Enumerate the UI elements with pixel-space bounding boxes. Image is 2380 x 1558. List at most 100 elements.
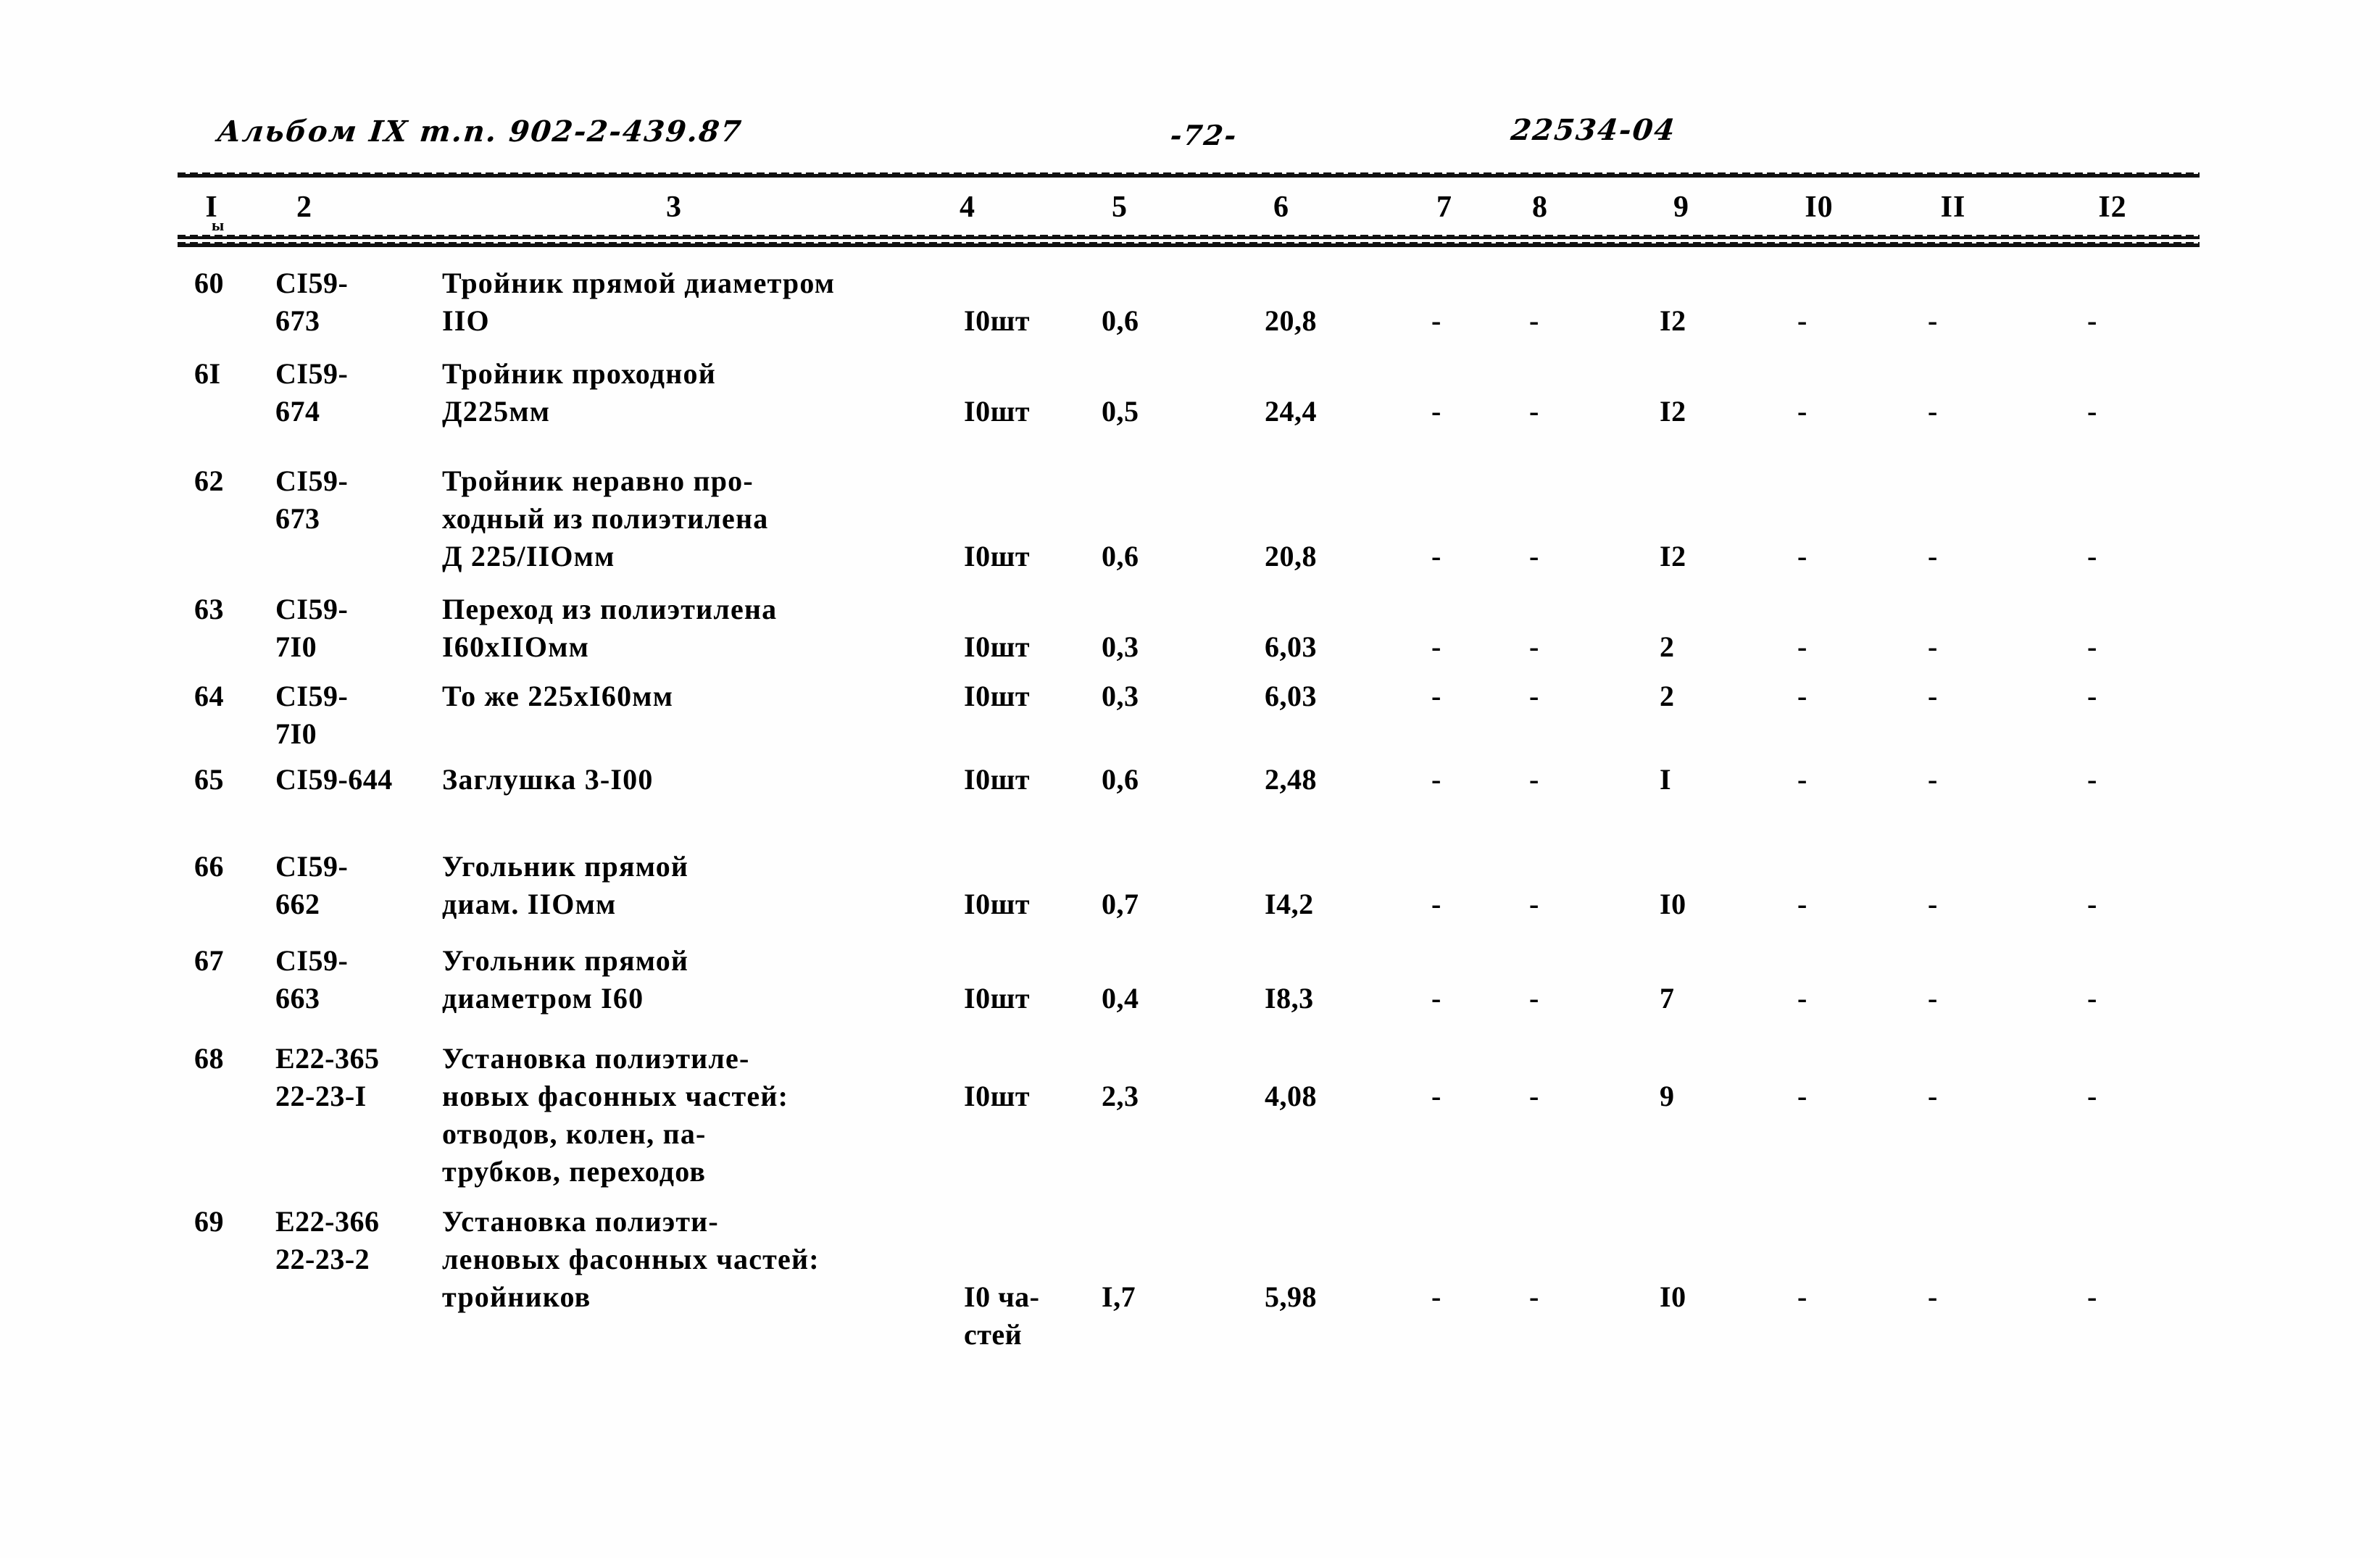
- album-reference-label: Альбом IX т.п. 902-2-439.87: [215, 114, 744, 149]
- row-col9-value: I0: [1660, 888, 1686, 920]
- row-col5-value: 0,6: [1102, 540, 1139, 572]
- row-serial-number: 62: [194, 465, 224, 497]
- row-unit: I0шт: [964, 1080, 1030, 1112]
- row-col12-value: -: [2087, 304, 2097, 337]
- row-col12-value: -: [2087, 540, 2097, 572]
- row-col11-value: -: [1928, 982, 1938, 1015]
- row-item-code: СI59-644: [275, 763, 393, 796]
- row-col12-value: -: [2087, 680, 2097, 712]
- column-header-12: I2: [2098, 191, 2127, 224]
- row-col8-value: -: [1529, 395, 1539, 428]
- row-col8-value: -: [1529, 763, 1539, 796]
- row-unit: I0шт: [964, 680, 1030, 712]
- row-col7-value: -: [1431, 763, 1441, 796]
- row-col9-value: 7: [1660, 982, 1675, 1015]
- row-col12-value: -: [2087, 395, 2097, 428]
- row-col8-value: -: [1529, 1080, 1539, 1112]
- row-col7-value: -: [1431, 540, 1441, 572]
- row-col12-value: -: [2087, 982, 2097, 1015]
- row-col5-value: 0,3: [1102, 680, 1139, 712]
- row-serial-number: 68: [194, 1042, 224, 1075]
- row-serial-number: 63: [194, 593, 224, 625]
- row-col5-value: 0,6: [1102, 304, 1139, 337]
- row-col11-value: -: [1928, 1080, 1938, 1112]
- row-col11-value: -: [1928, 1280, 1938, 1313]
- row-col9-value: I2: [1660, 304, 1686, 337]
- header-rule-lower: [178, 242, 2200, 247]
- row-col6-value: 5,98: [1265, 1280, 1317, 1313]
- row-unit: I0шт: [964, 395, 1030, 428]
- row-col5-value: 0,4: [1102, 982, 1139, 1015]
- row-col6-value: 6,03: [1265, 680, 1317, 712]
- column-header-2: 2: [296, 191, 312, 224]
- row-description: Тройник прямой диаметром IIО: [442, 267, 836, 337]
- row-col11-value: -: [1928, 680, 1938, 712]
- column-header-8: 8: [1532, 191, 1548, 224]
- row-description: Тройник неравно про- ходный из полиэтиле…: [442, 465, 769, 572]
- row-col7-value: -: [1431, 304, 1441, 337]
- margin-tick-mark: ы: [212, 216, 225, 234]
- row-col11-value: -: [1928, 304, 1938, 337]
- row-item-code: Е22-365 22-23-I: [275, 1042, 380, 1112]
- column-header-11: II: [1940, 191, 1966, 224]
- column-header-4: 4: [960, 191, 975, 224]
- row-unit: I0шт: [964, 763, 1030, 796]
- row-col12-value: -: [2087, 630, 2097, 663]
- row-col8-value: -: [1529, 304, 1539, 337]
- column-header-10: I0: [1805, 191, 1834, 224]
- row-col10-value: -: [1797, 395, 1807, 428]
- row-serial-number: 64: [194, 680, 224, 712]
- row-col7-value: -: [1431, 395, 1441, 428]
- row-serial-number: 67: [194, 944, 224, 977]
- row-col5-value: 0,5: [1102, 395, 1139, 428]
- row-description: То же 225хI60мм: [442, 680, 674, 712]
- column-header-3: 3: [666, 191, 682, 224]
- row-item-code: СI59- 7I0: [275, 680, 349, 750]
- column-header-5: 5: [1112, 191, 1128, 224]
- row-col5-value: 0,6: [1102, 763, 1139, 796]
- scanned-page: Альбом IX т.п. 902-2-439.87 -72- 22534-0…: [0, 0, 2380, 1558]
- row-serial-number: 60: [194, 267, 224, 299]
- row-col6-value: 4,08: [1265, 1080, 1317, 1112]
- row-col7-value: -: [1431, 680, 1441, 712]
- row-col11-value: -: [1928, 540, 1938, 572]
- row-col11-value: -: [1928, 888, 1938, 920]
- page-number: -72-: [1168, 119, 1239, 151]
- row-col7-value: -: [1431, 1080, 1441, 1112]
- row-item-code: СI59- 663: [275, 944, 349, 1015]
- row-description: Тройник проходной Д225мм: [442, 357, 716, 428]
- row-col12-value: -: [2087, 1080, 2097, 1112]
- row-unit: I0шт: [964, 304, 1030, 337]
- row-col10-value: -: [1797, 1280, 1807, 1313]
- row-col5-value: 0,3: [1102, 630, 1139, 663]
- row-unit: I0 ча- стей: [964, 1280, 1040, 1351]
- row-item-code: СI59- 7I0: [275, 593, 349, 663]
- row-item-code: Е22-366 22-23-2: [275, 1205, 380, 1275]
- column-header-7: 7: [1436, 191, 1452, 224]
- row-col5-value: 2,3: [1102, 1080, 1139, 1112]
- row-description: Угольник прямой диам. IIОмм: [442, 850, 689, 920]
- row-col6-value: I8,3: [1265, 982, 1314, 1015]
- row-unit: I0шт: [964, 888, 1030, 920]
- row-col6-value: 24,4: [1265, 395, 1317, 428]
- row-col11-value: -: [1928, 395, 1938, 428]
- table-top-rule: [178, 172, 2200, 178]
- row-col12-value: -: [2087, 763, 2097, 796]
- row-col5-value: 0,7: [1102, 888, 1139, 920]
- row-col7-value: -: [1431, 982, 1441, 1015]
- row-col9-value: I2: [1660, 540, 1686, 572]
- row-description: Заглушка 3-I00: [442, 763, 654, 796]
- row-col9-value: 9: [1660, 1080, 1675, 1112]
- row-col6-value: 6,03: [1265, 630, 1317, 663]
- row-item-code: СI59- 673: [275, 267, 349, 337]
- page-header: Альбом IX т.п. 902-2-439.87 -72- 22534-0…: [0, 107, 2380, 165]
- row-col5-value: I,7: [1102, 1280, 1136, 1313]
- row-description: Установка полиэтиле- новых фасонных част…: [442, 1042, 789, 1188]
- row-serial-number: 65: [194, 763, 224, 796]
- row-col8-value: -: [1529, 540, 1539, 572]
- column-header-9: 9: [1673, 191, 1689, 224]
- row-col7-value: -: [1431, 630, 1441, 663]
- row-col6-value: 2,48: [1265, 763, 1317, 796]
- row-item-code: СI59- 662: [275, 850, 349, 920]
- row-col9-value: I0: [1660, 1280, 1686, 1313]
